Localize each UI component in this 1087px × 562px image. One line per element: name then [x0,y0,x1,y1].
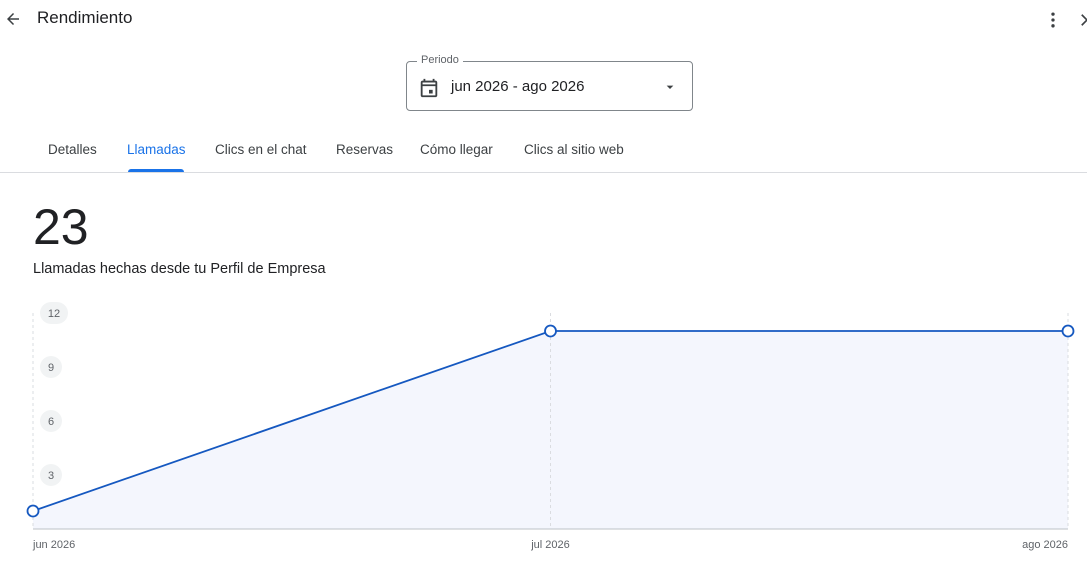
more-vert-icon [1051,12,1055,28]
y-tick-label: 6 [48,416,54,428]
tab-detalles[interactable]: Detalles [48,142,97,157]
tab-clics-en-el-chat[interactable]: Clics en el chat [215,142,307,157]
period-select[interactable]: Periodo jun 2026 - ago 2026 [406,54,693,111]
active-tab-indicator [128,169,184,172]
metric-value: 23 [33,199,89,255]
tab-clics-al-sitio-web[interactable]: Clics al sitio web [524,142,624,157]
x-tick-label: ago 2026 [1022,539,1068,551]
back-button[interactable] [2,8,24,30]
more-options-button[interactable] [1042,8,1064,32]
tab-llamadas[interactable]: Llamadas [127,142,186,157]
data-point [544,324,557,338]
calendar-icon [420,78,438,98]
y-tick-label: 12 [48,308,60,320]
y-tick-label: 9 [48,362,54,374]
close-icon [1081,14,1087,26]
close-button[interactable] [1077,8,1087,32]
calls-chart: 3 6 9 12 jun 2026 jul 2026 ago 2026 [26,302,1075,551]
performance-page: Rendimiento Periodo jun 2026 - ago 2026 … [0,0,1087,562]
x-tick-label: jun 2026 [32,539,75,551]
y-tick-label: 3 [48,470,54,482]
period-value: jun 2026 - ago 2026 [451,78,585,95]
metric-caption: Llamadas hechas desde tu Perfil de Empre… [33,261,326,277]
page-title: Rendimiento [37,8,133,27]
period-label: Periodo [417,54,463,66]
data-point [26,504,40,518]
arrow-back-icon [7,13,19,25]
tab-reservas[interactable]: Reservas [336,142,393,157]
arrow-drop-down-icon [666,85,674,89]
tab-como-llegar[interactable]: Cómo llegar [420,142,493,157]
data-point [1061,324,1075,338]
x-tick-label: jul 2026 [530,539,570,551]
metric-tabs: Detalles Llamadas Clics en el chat Reser… [0,132,1087,173]
